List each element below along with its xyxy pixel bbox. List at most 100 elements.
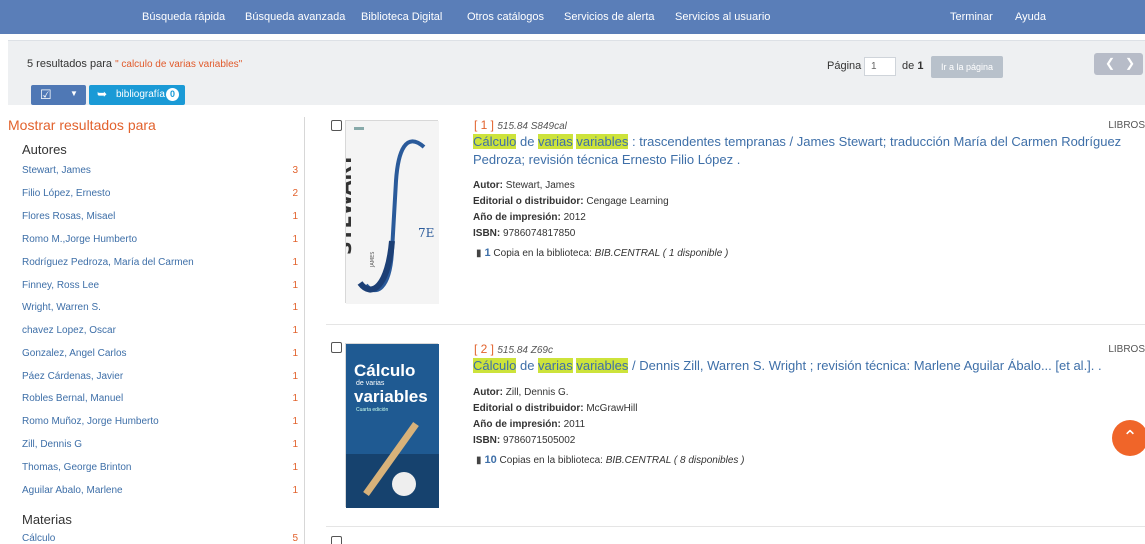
record-type: LIBROS [1108, 344, 1145, 355]
select-records-button[interactable]: ☑ ▼ [31, 85, 86, 105]
record-publisher: Editorial o distribuidor: McGrawHill [473, 403, 637, 414]
facet-author-name[interactable]: Flores Rosas, Misael [22, 211, 115, 222]
results-query: " calculo de varias variables" [115, 59, 243, 70]
facet-author-name[interactable]: Finney, Ross Lee [22, 280, 99, 291]
facet-author-name[interactable]: Páez Cárdenas, Javier [22, 371, 123, 382]
bibliography-button[interactable]: ➥ bibliografía 0 [89, 85, 185, 105]
facet-item-author[interactable]: Zill, Dennis G 1 [22, 439, 298, 455]
title-highlight: Cálculo [473, 134, 517, 149]
nav-logout[interactable]: Terminar [950, 0, 993, 34]
record-isbn: ISBN: 9786071505002 [473, 435, 575, 446]
facet-item-author[interactable]: Romo Muñoz, Jorge Humberto 1 [22, 416, 298, 432]
facet-count: 1 [292, 485, 298, 496]
title-highlight: varias [538, 358, 573, 373]
facet-item-subject[interactable]: Cálculo 5 [22, 533, 298, 544]
results-count-text: 5 resultados para [27, 58, 116, 70]
facet-count: 1 [292, 234, 298, 245]
facet-item-author[interactable]: Thomas, George Brinton 1 [22, 462, 298, 478]
facet-count: 1 [292, 302, 298, 313]
nav-advanced-search[interactable]: Búsqueda avanzada [245, 0, 345, 34]
title-text: de [516, 134, 539, 149]
field-label: Editorial o distribuidor: [473, 196, 584, 207]
copies-text: Copias en la biblioteca: [496, 455, 606, 466]
record-isbn: ISBN: 9786074817850 [473, 228, 575, 239]
bibliography-label: bibliografía [116, 89, 165, 100]
sidebar-divider [304, 117, 305, 544]
facet-author-name[interactable]: Wright, Warren S. [22, 302, 101, 313]
facet-item-author[interactable]: Páez Cárdenas, Javier 1 [22, 371, 298, 387]
facet-author-name[interactable]: Gonzalez, Angel Carlos [22, 348, 127, 359]
record-checkbox[interactable] [331, 120, 342, 131]
facet-count: 1 [292, 416, 298, 427]
record-copies: ▮ 1 Copia en la biblioteca: BIB.CENTRAL (… [476, 247, 728, 259]
facet-count: 3 [292, 165, 298, 176]
record-checkbox[interactable] [331, 342, 342, 353]
facet-heading-subjects: Materias [22, 512, 72, 527]
facet-count: 1 [292, 462, 298, 473]
book-cover-stewart[interactable]: STEWART JAMES 7E [334, 120, 439, 304]
page-number-input[interactable] [864, 57, 896, 76]
facet-item-author[interactable]: Gonzalez, Angel Carlos 1 [22, 348, 298, 364]
facet-author-name[interactable]: Filio López, Ernesto [22, 188, 110, 199]
facet-item-author[interactable]: Finney, Ross Lee 1 [22, 280, 298, 296]
chevron-left-icon[interactable]: ❮ [1105, 56, 1115, 70]
nav-digital-library[interactable]: Biblioteca Digital [361, 0, 442, 34]
record-title-link[interactable]: Cálculo de varias variables / Dennis Zil… [473, 357, 1145, 375]
facet-subject-name[interactable]: Cálculo [22, 533, 55, 544]
facet-item-author[interactable]: Romo M.,Jorge Humberto 1 [22, 234, 298, 250]
nav-other-catalogs[interactable]: Otros catálogos [467, 0, 544, 34]
facet-count: 1 [292, 393, 298, 404]
book-cover-zill[interactable]: Cálculo de varias variables Cuarta edici… [345, 343, 439, 508]
field-value: McGrawHill [583, 403, 638, 414]
nav-alert-services[interactable]: Servicios de alerta [564, 0, 655, 34]
field-label: Autor: [473, 180, 503, 191]
facet-author-name[interactable]: chavez Lopez, Oscar [22, 325, 116, 336]
field-label: Año de impresión: [473, 212, 561, 223]
facet-count: 1 [292, 439, 298, 450]
field-label: ISBN: [473, 228, 501, 239]
field-label: ISBN: [473, 435, 501, 446]
title-text: de [516, 358, 539, 373]
facet-count: 2 [292, 188, 298, 199]
facet-item-author[interactable]: Aguilar Abalo, Marlene 1 [22, 485, 298, 501]
chevron-up-icon[interactable]: ⌃ [1112, 420, 1145, 456]
call-number: 515.84 Z69c [497, 345, 553, 356]
facet-item-author[interactable]: chavez Lopez, Oscar 1 [22, 325, 298, 341]
chevron-right-icon[interactable]: ❯ [1125, 56, 1135, 70]
field-value: 9786074817850 [500, 228, 576, 239]
facet-author-name[interactable]: Thomas, George Brinton [22, 462, 132, 473]
record-index: [ 2 ] [474, 342, 495, 356]
facet-item-author[interactable]: Wright, Warren S. 1 [22, 302, 298, 318]
record-checkbox[interactable] [331, 536, 342, 544]
zill-cover-art: Cálculo de varias variables Cuarta edici… [346, 344, 439, 508]
cover-title-text: Cálculo [354, 361, 415, 380]
facet-item-author[interactable]: Robles Bernal, Manuel 1 [22, 393, 298, 409]
facet-author-name[interactable]: Romo Muñoz, Jorge Humberto [22, 416, 159, 427]
nav-help[interactable]: Ayuda [1015, 0, 1046, 34]
title-highlight: varias [538, 134, 573, 149]
record-title-link[interactable]: Cálculo de varias variables : trascenden… [473, 133, 1145, 169]
facet-author-name[interactable]: Rodríguez Pedroza, María del Carmen [22, 257, 194, 268]
facet-item-author[interactable]: Rodríguez Pedroza, María del Carmen 1 [22, 257, 298, 273]
field-value: 2012 [560, 212, 586, 223]
facet-author-name[interactable]: Stewart, James [22, 165, 91, 176]
record-year: Año de impresión: 2011 [473, 419, 585, 430]
facet-item-author[interactable]: Flores Rosas, Misael 1 [22, 211, 298, 227]
call-number: 515.84 S849cal [497, 121, 567, 132]
copies-count-link[interactable]: 10 [485, 454, 497, 466]
facet-author-name[interactable]: Robles Bernal, Manuel [22, 393, 123, 404]
facet-author-name[interactable]: Aguilar Abalo, Marlene [22, 485, 123, 496]
results-summary: 5 resultados para " calculo de varias va… [27, 58, 242, 70]
facet-author-name[interactable]: Romo M.,Jorge Humberto [22, 234, 137, 245]
nav-quick-search[interactable]: Búsqueda rápida [142, 0, 225, 34]
nav-user-services[interactable]: Servicios al usuario [675, 0, 770, 34]
goto-page-button[interactable]: Ir a la página [931, 56, 1003, 78]
svg-text:7E: 7E [418, 226, 434, 240]
facet-author-name[interactable]: Zill, Dennis G [22, 439, 82, 450]
record-number: [ 2 ] 515.84 Z69c [474, 342, 553, 356]
facet-item-author[interactable]: Stewart, James 3 [22, 165, 298, 181]
facet-item-author[interactable]: Filio López, Ernesto 2 [22, 188, 298, 204]
title-highlight: Cálculo [473, 358, 517, 373]
field-label: Editorial o distribuidor: [473, 403, 584, 414]
svg-text:JAMES: JAMES [370, 252, 376, 268]
